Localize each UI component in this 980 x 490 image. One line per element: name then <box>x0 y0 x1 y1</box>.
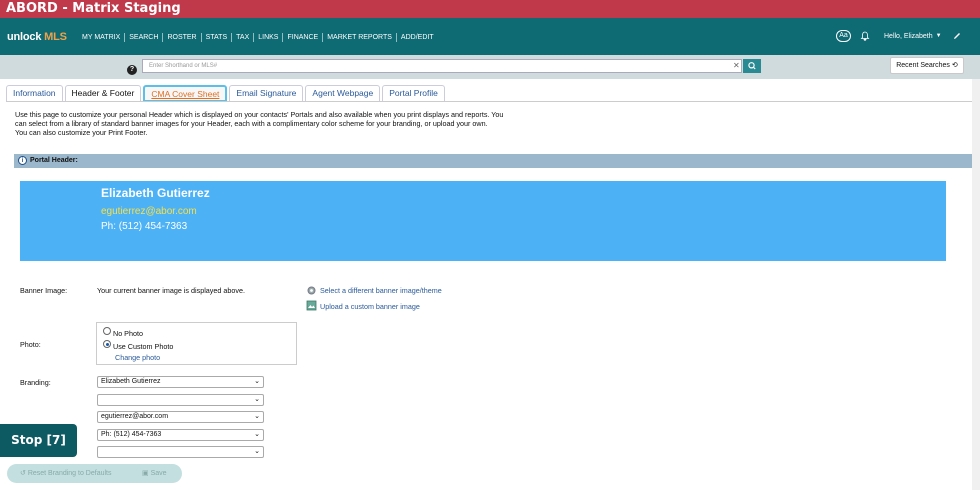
no-photo-label: No Photo <box>113 329 143 338</box>
reset-label: Reset Branding to Defaults <box>27 470 112 477</box>
search-button[interactable] <box>743 59 761 73</box>
chevron-down-icon: ⌄ <box>254 448 260 455</box>
tab-divider <box>6 101 972 102</box>
nav-search[interactable]: SEARCH <box>125 33 164 42</box>
logo[interactable]: unlock MLS <box>7 31 67 43</box>
save-label: Save <box>150 470 167 477</box>
intro-line: can select from a library of standard ba… <box>15 119 488 128</box>
search-input[interactable]: Enter Shorthand or MLS# <box>142 59 742 73</box>
stop-button[interactable]: Stop [7] <box>0 424 77 457</box>
window-title: ABORD - Matrix Staging <box>0 0 980 18</box>
branding-select-line3[interactable]: egutierrez@abor.com ⌄ <box>97 411 264 423</box>
branding-select-line4[interactable]: Ph: (512) 454-7363 ⌄ <box>97 429 264 441</box>
intro-line: You can also customize your Print Footer… <box>15 128 148 137</box>
bell-icon[interactable] <box>860 31 870 41</box>
nav-add-edit[interactable]: ADD/EDIT <box>397 33 438 42</box>
help-icon[interactable]: ? <box>127 65 137 75</box>
tab-information[interactable]: Information <box>6 85 63 102</box>
logo-accent: MLS <box>44 31 67 43</box>
nav-roster[interactable]: ROSTER <box>163 33 202 42</box>
change-photo-link[interactable]: Change photo <box>115 353 160 362</box>
tab-header-footer[interactable]: Header & Footer <box>64 85 142 102</box>
portal-header-section: i Portal Header: <box>14 154 973 168</box>
main-menu: MY MATRIX SEARCH ROSTER STATS TAX LINKS … <box>78 33 438 42</box>
banner-email: egutierrez@abor.com <box>101 206 197 217</box>
custom-photo-label: Use Custom Photo <box>113 342 174 351</box>
save-button[interactable]: ▣ Save <box>142 469 167 477</box>
reset-icon: ↺ <box>20 470 26 477</box>
branding-select-line1[interactable]: Elizabeth Gutierrez ⌄ <box>97 376 264 388</box>
intro-text: Use this page to customize your personal… <box>15 110 615 137</box>
intro-line: Use this page to customize your personal… <box>15 110 504 119</box>
branding-select-line5[interactable]: ⌄ <box>97 446 264 458</box>
photo-label: Photo: <box>20 340 41 349</box>
chevron-down-icon: ⌄ <box>254 413 260 420</box>
reset-branding-button[interactable]: ↺ Reset Branding to Defaults <box>20 469 112 477</box>
tab-email-signature[interactable]: Email Signature <box>229 85 304 102</box>
branding-value: egutierrez@abor.com <box>101 413 169 420</box>
user-area: Aa Hello, Elizabeth ▼ <box>836 30 962 42</box>
upload-banner-link[interactable]: Upload a custom banner image <box>320 302 420 311</box>
banner-phone: Ph: (512) 454-7363 <box>101 221 188 232</box>
history-icon: ⟲ <box>951 62 958 69</box>
branding-label: Branding: <box>20 378 51 387</box>
top-nav: unlock MLS MY MATRIX SEARCH ROSTER STATS… <box>0 18 980 55</box>
tab-cma-cover-sheet[interactable]: CMA Cover Sheet <box>143 85 228 102</box>
banner-preview: Elizabeth Gutierrez egutierrez@abor.com … <box>20 181 946 261</box>
branding-value: Ph: (512) 454-7363 <box>101 431 162 438</box>
chevron-down-icon: ⌄ <box>254 378 260 385</box>
chevron-down-icon: ⌄ <box>254 431 260 438</box>
nav-links[interactable]: LINKS <box>254 33 284 42</box>
nav-finance[interactable]: FINANCE <box>283 33 324 42</box>
tab-agent-webpage[interactable]: Agent Webpage <box>305 85 381 102</box>
search-icon <box>748 62 756 70</box>
branding-value: Elizabeth Gutierrez <box>101 378 161 385</box>
tab-portal-profile[interactable]: Portal Profile <box>382 85 445 102</box>
select-banner-link[interactable]: Select a different banner image/theme <box>320 286 442 295</box>
branding-select-line2[interactable]: ⌄ <box>97 394 264 406</box>
banner-image-label: Banner Image: <box>20 286 68 295</box>
font-size-icon[interactable]: Aa <box>836 30 851 42</box>
user-greeting[interactable]: Hello, Elizabeth <box>884 33 933 40</box>
no-photo-radio[interactable] <box>103 327 111 335</box>
upload-image-icon <box>306 300 317 311</box>
nav-stats[interactable]: STATS <box>202 33 233 42</box>
banner-image-text: Your current banner image is displayed a… <box>97 286 245 295</box>
vertical-scrollbar[interactable] <box>972 79 980 490</box>
recent-searches-button[interactable]: Recent Searches ⟲ <box>890 57 964 74</box>
pencil-icon[interactable] <box>952 31 962 41</box>
nav-market-reports[interactable]: MARKET REPORTS <box>323 33 397 42</box>
recent-searches-label: Recent Searches <box>896 62 950 69</box>
chevron-down-icon[interactable]: ▼ <box>936 33 942 39</box>
save-icon: ▣ <box>142 470 149 477</box>
banner-name: Elizabeth Gutierrez <box>101 186 210 200</box>
section-title: Portal Header: <box>30 157 78 164</box>
nav-my-matrix[interactable]: MY MATRIX <box>78 33 126 42</box>
logo-text: unlock <box>7 31 42 43</box>
clear-icon[interactable]: ✕ <box>733 61 740 70</box>
custom-photo-radio[interactable] <box>103 340 111 348</box>
tab-bar: Information Header & Footer CMA Cover Sh… <box>6 85 447 102</box>
gear-icon <box>307 286 316 295</box>
info-icon: i <box>18 155 27 165</box>
nav-tax[interactable]: TAX <box>232 33 255 42</box>
chevron-down-icon: ⌄ <box>254 396 260 403</box>
